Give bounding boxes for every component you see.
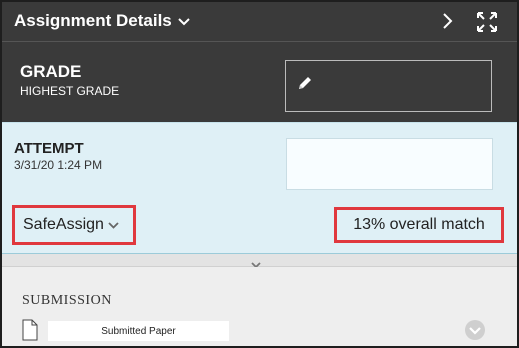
overall-match: 13% overall match	[334, 207, 504, 243]
submitted-file-link[interactable]: Submitted Paper	[48, 321, 229, 341]
chevron-down-icon	[108, 216, 119, 234]
safeassign-button[interactable]: SafeAssign	[12, 205, 136, 245]
submission-section: SUBMISSION Submitted Paper	[2, 267, 517, 346]
grade-input[interactable]	[285, 60, 492, 112]
panel-title: Assignment Details	[14, 11, 172, 30]
attempt-date: 3/31/20 1:24 PM	[14, 158, 103, 172]
chevron-right-icon[interactable]	[442, 12, 454, 35]
attempt-grade-input[interactable]	[286, 138, 493, 190]
attempt-label: ATTEMPT	[14, 140, 84, 157]
panel-title-menu[interactable]: Assignment Details	[14, 11, 190, 31]
attempt-section: ATTEMPT 3/31/20 1:24 PM SafeAssign 13% o…	[2, 122, 517, 253]
grade-label: GRADE	[20, 62, 82, 81]
expand-icon[interactable]	[476, 11, 498, 38]
grade-sublabel: HIGHEST GRADE	[20, 84, 120, 98]
safeassign-label: SafeAssign	[23, 216, 104, 233]
section-divider[interactable]	[2, 253, 517, 269]
submission-label: SUBMISSION	[22, 293, 112, 308]
assignment-details-panel: Assignment Details GRADE HIGHEST GRADE A…	[0, 0, 519, 348]
panel-header: Assignment Details	[2, 2, 517, 42]
chevron-down-circle-icon[interactable]	[464, 319, 486, 346]
grade-section: GRADE HIGHEST GRADE	[2, 42, 517, 122]
chevron-down-icon	[178, 11, 190, 31]
document-icon	[22, 319, 38, 346]
pencil-icon[interactable]	[296, 74, 314, 97]
